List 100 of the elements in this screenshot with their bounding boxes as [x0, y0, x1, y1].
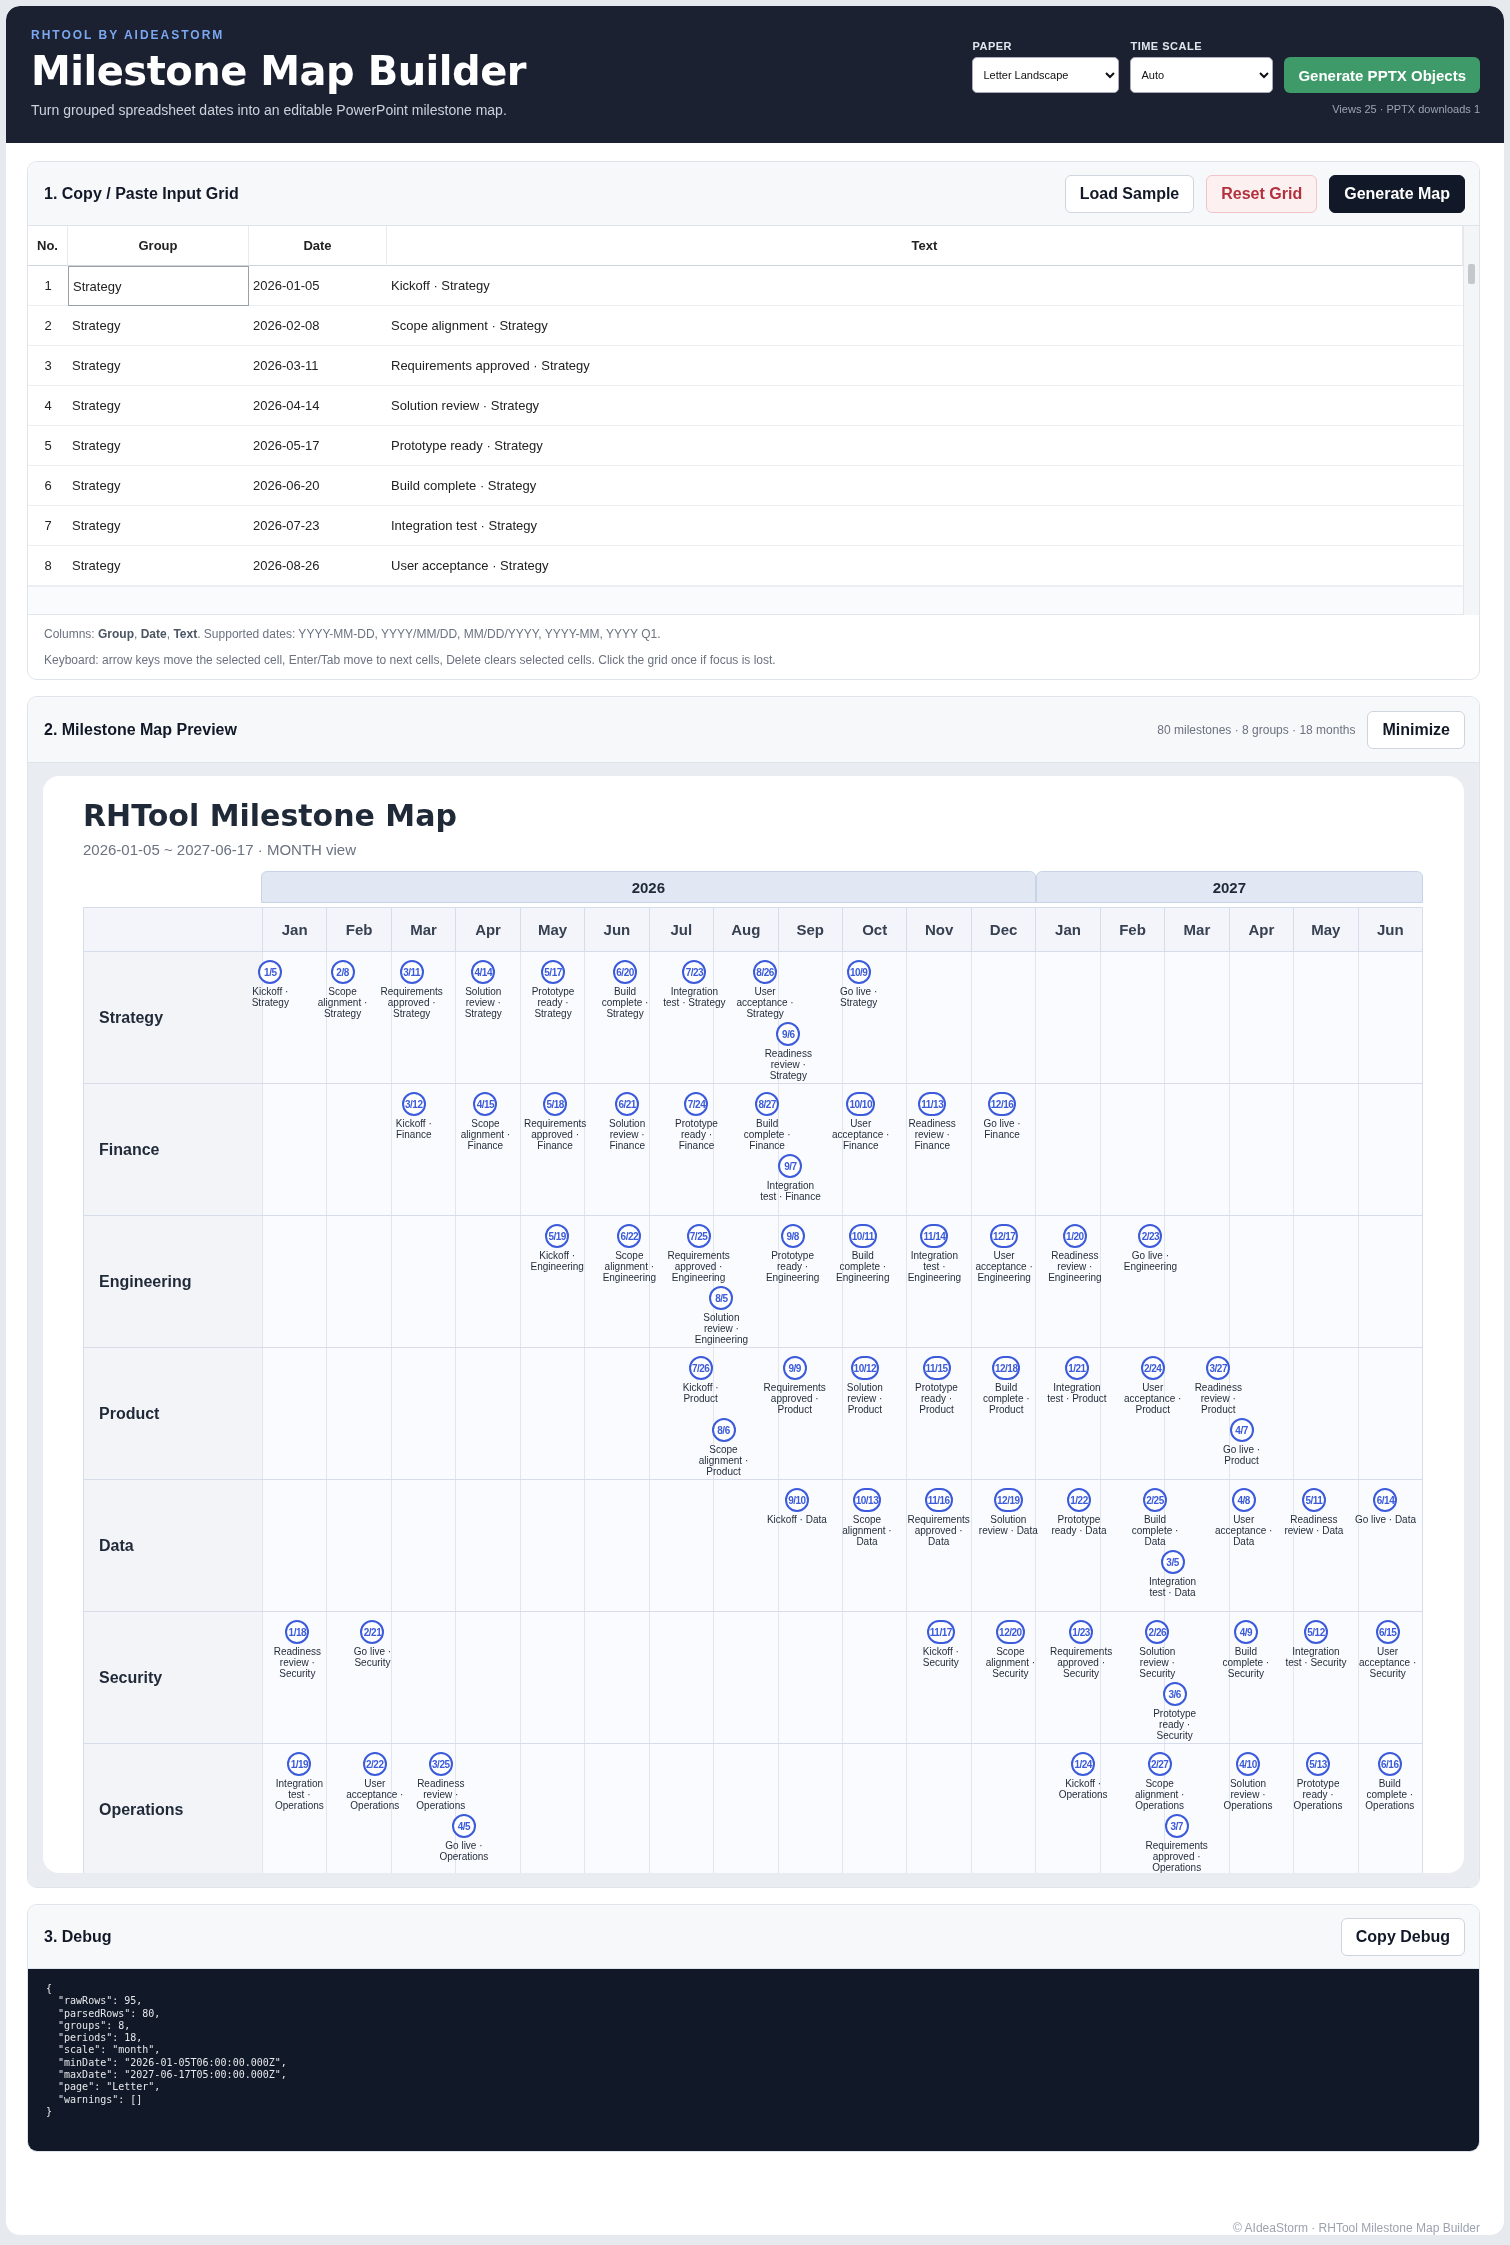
- milestone-label: Prototype ready · Finance: [674, 1118, 719, 1151]
- table-cell[interactable]: Strategy: [68, 306, 249, 346]
- date-marker: 3/11: [399, 960, 424, 984]
- table-cell[interactable]: 2026-07-23: [249, 506, 387, 546]
- milestone-label: Prototype ready · Data: [1050, 1514, 1108, 1536]
- row-number: 4: [28, 386, 68, 426]
- app-title: Milestone Map Builder: [31, 48, 527, 94]
- date-marker: 11/15: [922, 1356, 951, 1380]
- milestone-label: Integration test · Data: [1147, 1576, 1198, 1598]
- date-marker: 9/7: [778, 1154, 803, 1178]
- milestone-label: Scope alignment · Data: [841, 1514, 893, 1547]
- date-marker: 12/17: [989, 1224, 1019, 1248]
- date-marker: 11/16: [924, 1488, 953, 1512]
- date-marker: 2/25: [1143, 1488, 1167, 1512]
- help-text: Columns: Group, Date, Text. Supported dates: YYYY-MM-DD, YYYY/MM/DD, MM/DD/YYYY, YYYY-MM, YYYY Q1.: [44, 627, 662, 641]
- table-cell[interactable]: 2026-01-05: [249, 266, 387, 306]
- table-cell[interactable]: Integration test · Strategy: [387, 506, 1463, 546]
- dropdown-select[interactable]: Auto: [1130, 57, 1274, 93]
- table-cell[interactable]: 2026-04-14: [249, 386, 387, 426]
- table-cell[interactable]: 2026-06-20: [249, 466, 387, 506]
- milestone-label: Kickoff · Product: [681, 1382, 720, 1404]
- milestone-label: Scope alignment · Strategy: [316, 986, 369, 1019]
- group-label: Operations: [84, 1744, 262, 1873]
- milestone-label: Readiness review · Strategy: [763, 1048, 813, 1081]
- table-cell[interactable]: Scope alignment · Strategy: [387, 306, 1463, 346]
- milestone-label: User acceptance · Data: [1214, 1514, 1274, 1547]
- row-number: 3: [28, 346, 68, 386]
- milestone-label: Build complete · Finance: [742, 1118, 792, 1151]
- group-label: Engineering: [84, 1216, 262, 1347]
- date-marker: 7/26: [688, 1356, 713, 1380]
- milestone-label: Solution review · Product: [845, 1382, 884, 1415]
- table-cell[interactable]: Strategy: [68, 346, 249, 386]
- milestone-label: Readiness review · Data: [1283, 1514, 1345, 1536]
- milestone-label: Solution review · Strategy: [463, 986, 503, 1019]
- card-title: 3. Debug: [44, 1927, 112, 1946]
- date-marker: 12/18: [991, 1356, 1021, 1380]
- milestone-label: User acceptance · Finance: [831, 1118, 891, 1151]
- milestone-label: Go live · Product: [1221, 1444, 1262, 1466]
- app-subtitle: Turn grouped spreadsheet dates into an editable PowerPoint milestone map.: [31, 102, 508, 118]
- date-marker: 6/20: [613, 960, 638, 984]
- milestone-label: Requirements approved · Data: [906, 1514, 971, 1547]
- table-cell[interactable]: Prototype ready · Strategy: [387, 426, 1463, 466]
- milestone-label: Solution review · Engineering: [693, 1312, 750, 1345]
- table-cell[interactable]: 2026-05-17: [249, 426, 387, 466]
- scrollbar[interactable]: [1463, 226, 1479, 615]
- date-marker: 1/18: [285, 1620, 310, 1644]
- table-cell[interactable]: 2026-03-11: [249, 346, 387, 386]
- table-cell[interactable]: Kickoff · Strategy: [387, 266, 1463, 306]
- date-marker: 8/5: [709, 1286, 734, 1310]
- table-cell[interactable]: Solution review · Strategy: [387, 386, 1463, 426]
- date-marker: 12/16: [987, 1092, 1017, 1116]
- row-number: 5: [28, 426, 68, 466]
- milestone-label: Solution review · Finance: [608, 1118, 647, 1151]
- debug-output: { "rawRows": 95, "parsedRows": 80, "groups": 8, "periods": 18, "scale": "month", "minDate": "2026-01-05T06:00:00.000Z", "maxDate": "2027-06-17T05:00:00.000Z", "page": "Letter", "warnings": [] }: [28, 1969, 1479, 2151]
- table-cell[interactable]: Strategy: [68, 386, 249, 426]
- date-marker: 1/22: [1067, 1488, 1091, 1512]
- table-cell[interactable]: Strategy: [68, 426, 249, 466]
- date-marker: 5/19: [545, 1224, 570, 1248]
- milestone-label: Readiness review · Product: [1193, 1382, 1243, 1415]
- date-marker: 3/6: [1162, 1682, 1187, 1706]
- table-cell[interactable]: Strategy: [68, 266, 249, 306]
- milestone-label: Build complete · Strategy: [600, 986, 650, 1019]
- milestone-label: Scope alignment · Security: [984, 1646, 1037, 1679]
- map-subtitle: 2026-01-05 ~ 2027-06-17 · MONTH view: [83, 841, 358, 858]
- action-button[interactable]: Generate Map: [1329, 174, 1465, 213]
- milestone-label: Kickoff · Engineering: [529, 1250, 585, 1272]
- date-marker: 7/23: [682, 960, 707, 984]
- date-marker: 4/8: [1231, 1488, 1256, 1512]
- help-text: Keyboard: arrow keys move the selected cell, Enter/Tab move to next cells, Delete clears selected cells. Click the grid once if focus is lost.: [44, 653, 777, 667]
- date-marker: 10/9: [846, 960, 871, 984]
- table-cell[interactable]: Requirements approved · Strategy: [387, 346, 1463, 386]
- card-title: 1. Copy / Paste Input Grid: [44, 184, 239, 203]
- milestone-label: User acceptance · Operations: [345, 1778, 405, 1811]
- column-header: Text: [387, 226, 1463, 266]
- table-cell[interactable]: Strategy: [68, 506, 249, 546]
- milestone-label: Requirements approved · Operations: [1144, 1840, 1209, 1873]
- table-cell[interactable]: 2026-02-08: [249, 306, 387, 346]
- milestone-label: Go live · Operations: [438, 1840, 490, 1862]
- minimize-button[interactable]: Minimize: [1367, 710, 1465, 749]
- footer-text: © AIdeaStorm · RHTool Milestone Map Builder: [1233, 2221, 1480, 2235]
- milestone-label: Kickoff · Operations: [1057, 1778, 1109, 1800]
- date-marker: 4/5: [451, 1814, 476, 1838]
- copy-debug-button[interactable]: Copy Debug: [1340, 1917, 1465, 1956]
- table-cell[interactable]: Build complete · Strategy: [387, 466, 1463, 506]
- date-marker: 6/22: [617, 1224, 642, 1248]
- milestone-label: Prototype ready · Engineering: [764, 1250, 821, 1283]
- action-button[interactable]: Load Sample: [1064, 174, 1195, 213]
- table-cell[interactable]: Strategy: [68, 466, 249, 506]
- date-marker: 2/23: [1138, 1224, 1163, 1248]
- action-button[interactable]: Reset Grid: [1206, 174, 1318, 213]
- milestone-label: Readiness review · Security: [272, 1646, 322, 1679]
- milestone-label: User acceptance · Security: [1358, 1646, 1418, 1679]
- date-marker: 12/20: [996, 1620, 1025, 1644]
- milestone-label: Requirements approved · Product: [762, 1382, 827, 1415]
- date-marker: 12/19: [994, 1488, 1023, 1512]
- date-marker: 8/27: [755, 1092, 780, 1116]
- dropdown-select[interactable]: Letter Landscape: [972, 57, 1120, 93]
- milestone-label: Requirements approved · Engineering: [666, 1250, 731, 1283]
- milestone-label: Go live · Strategy: [839, 986, 879, 1008]
- milestone-label: Solution review · Data: [977, 1514, 1039, 1536]
